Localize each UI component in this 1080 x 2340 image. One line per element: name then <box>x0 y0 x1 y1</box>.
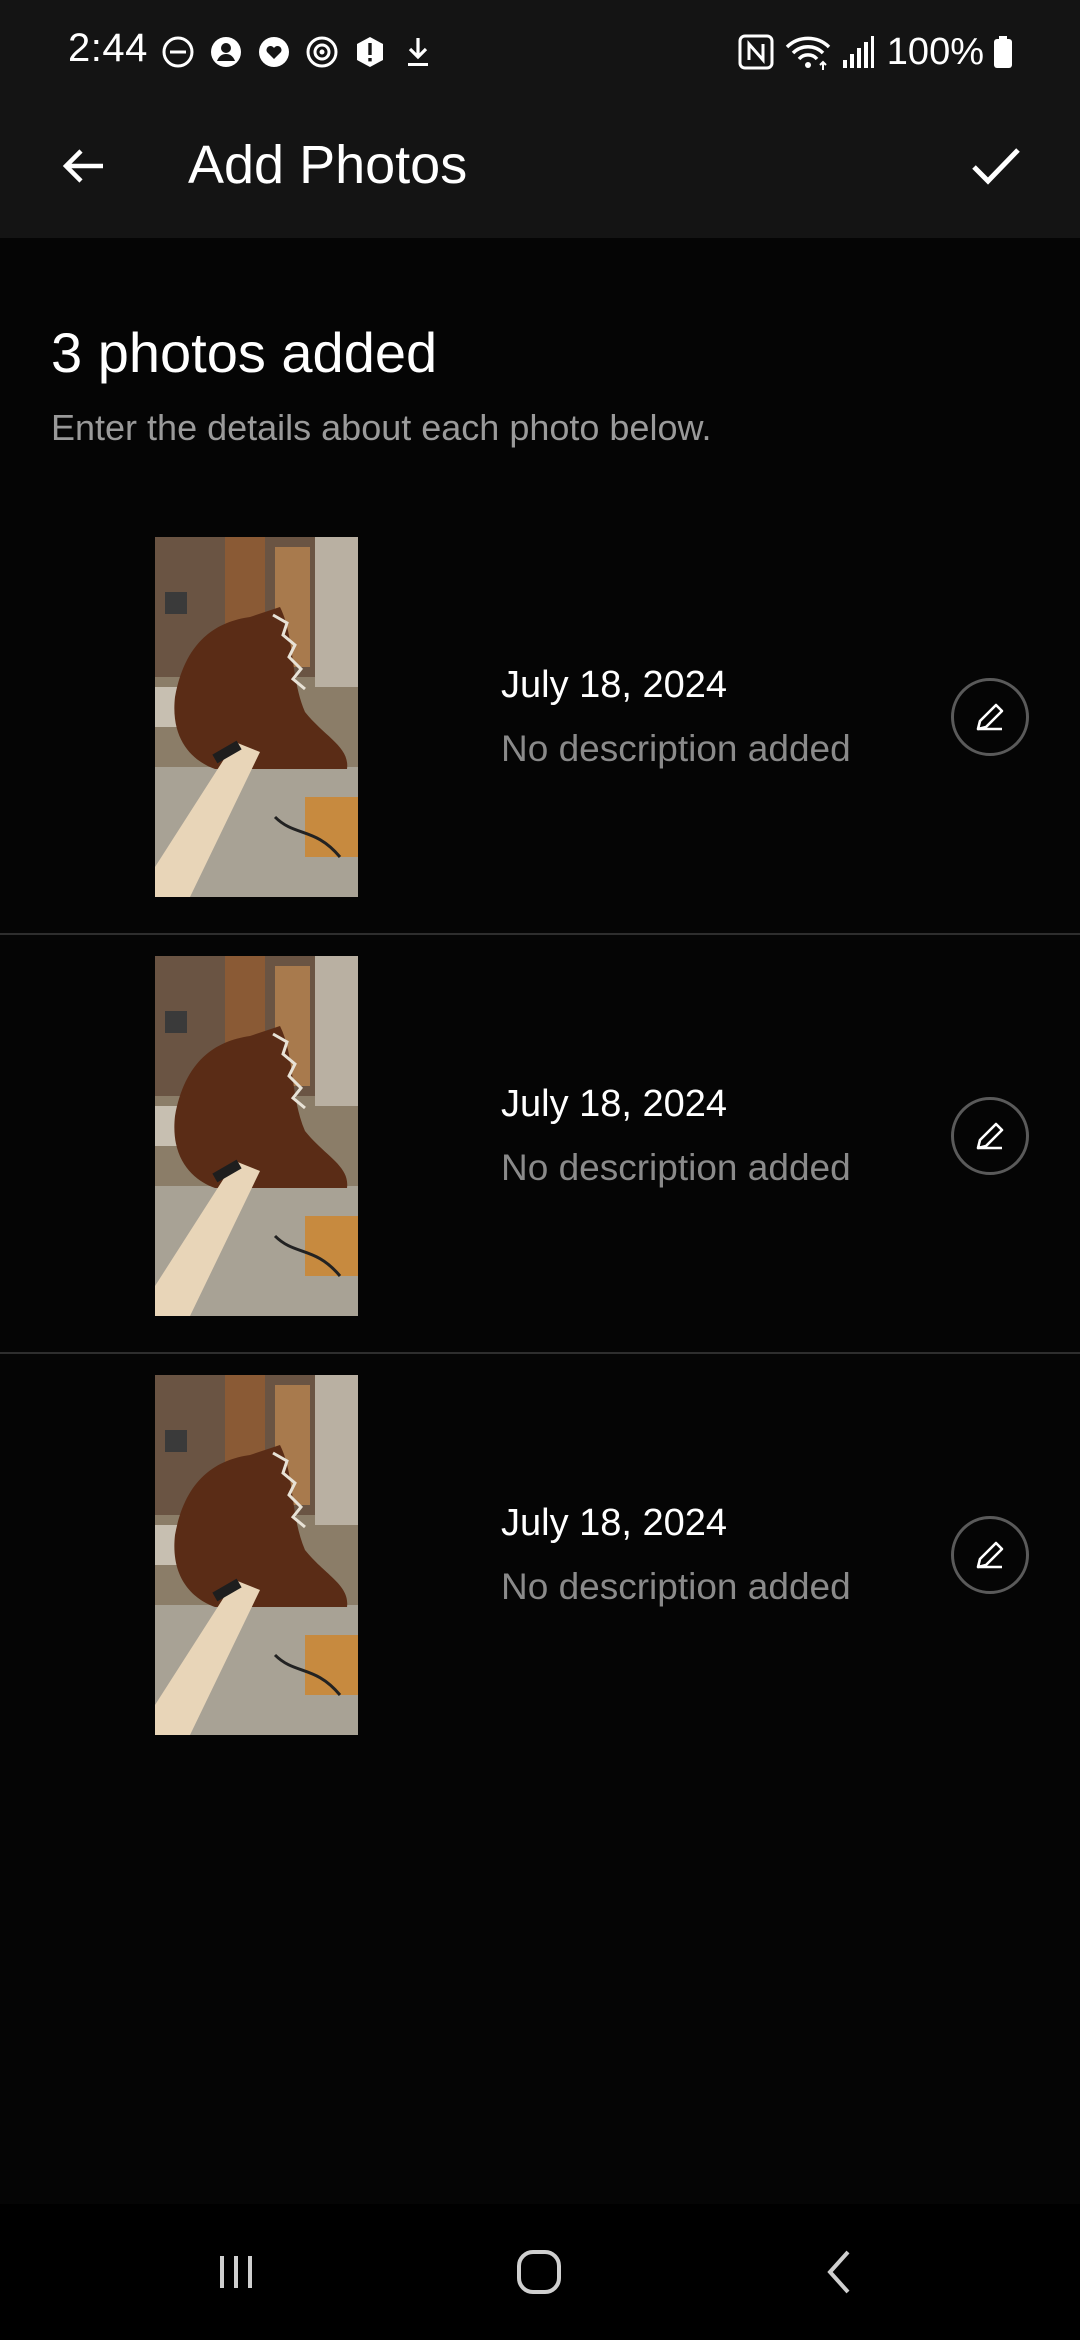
pencil-icon <box>976 703 1004 731</box>
photo-date: July 18, 2024 <box>501 664 728 706</box>
photo-thumbnail[interactable] <box>155 956 358 1316</box>
do-not-disturb-icon <box>162 36 194 68</box>
recents-button[interactable] <box>186 2222 286 2322</box>
battery-percent: 100% <box>886 30 984 73</box>
photo-row: July 18, 2024 No description added <box>0 935 1080 1354</box>
system-status-icons: 100% <box>737 26 1014 78</box>
check-icon <box>972 148 1020 185</box>
arrow-left-icon <box>62 149 103 183</box>
status-time: 2:44 <box>68 26 148 70</box>
photo-description: No description added <box>501 1566 851 1607</box>
nfc-icon <box>738 34 774 70</box>
edit-photo-button[interactable] <box>951 1097 1029 1175</box>
page-title: Add Photos <box>188 135 468 195</box>
photo-description: No description added <box>501 728 851 769</box>
photo-list: July 18, 2024 No description added July … <box>0 516 1080 1773</box>
boot-photo-image <box>155 956 358 1316</box>
boot-photo-image <box>155 1375 358 1735</box>
pencil-icon <box>976 1541 1004 1569</box>
account-icon <box>211 37 241 67</box>
edit-photo-button[interactable] <box>951 1516 1029 1594</box>
system-back-button[interactable] <box>790 2222 890 2322</box>
back-button[interactable] <box>44 126 124 206</box>
photo-thumbnail[interactable] <box>155 537 358 897</box>
confirm-button[interactable] <box>956 126 1036 206</box>
sync-app-icon <box>306 36 338 68</box>
pencil-icon <box>976 1122 1004 1150</box>
edit-photo-button[interactable] <box>951 678 1029 756</box>
signal-icon <box>842 36 874 68</box>
photo-description: No description added <box>501 1147 851 1188</box>
photo-thumbnail[interactable] <box>155 1375 358 1735</box>
home-icon <box>517 2250 561 2294</box>
photo-row: July 18, 2024 No description added <box>0 1354 1080 1773</box>
photo-date: July 18, 2024 <box>501 1502 728 1544</box>
photo-date: July 18, 2024 <box>501 1083 728 1125</box>
notification-icons <box>158 30 438 74</box>
battery-icon <box>994 36 1012 68</box>
boot-photo-image <box>155 537 358 897</box>
photos-count-heading: 3 photos added <box>51 321 438 384</box>
home-button[interactable] <box>489 2222 589 2322</box>
app-bar: Add Photos <box>0 104 1080 238</box>
heart-app-icon <box>259 37 289 67</box>
instruction-text: Enter the details about each photo below… <box>51 407 712 448</box>
photo-row: July 18, 2024 No description added <box>0 516 1080 935</box>
download-icon <box>408 38 428 66</box>
alert-icon <box>357 37 383 67</box>
system-nav-bar <box>0 2204 1080 2340</box>
status-bar: 2:44 100% <box>0 0 1080 104</box>
wifi-icon <box>785 36 831 70</box>
recents-icon <box>220 2256 252 2288</box>
back-chevron-icon <box>827 2250 850 2294</box>
